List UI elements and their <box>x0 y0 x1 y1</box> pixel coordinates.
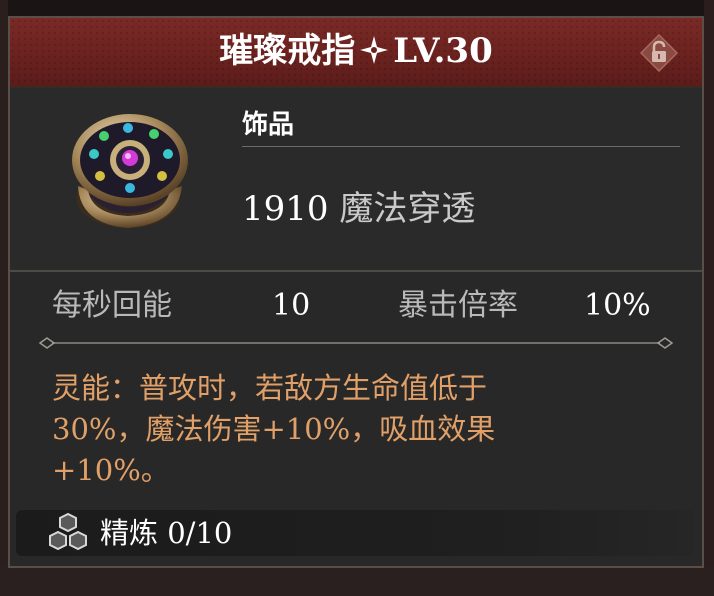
refine-value: 0/10 <box>167 516 233 550</box>
item-name: 璀璨戒指 <box>219 31 356 71</box>
main-stat-value: 1910 <box>242 189 329 229</box>
refine-status: 精炼 0/10 <box>100 514 232 552</box>
stat-energy-regen-label: 每秒回能 <box>52 288 172 323</box>
refine-bar: 精炼 0/10 <box>16 510 694 556</box>
stat-crit-multiplier-label: 暴击倍率 <box>398 288 518 323</box>
sub-stats-row: 每秒回能 10 暴击倍率 10% <box>10 274 702 332</box>
item-header: 饰品 1910 魔法穿透 <box>10 88 702 272</box>
stat-energy-regen-value: 10 <box>272 288 311 323</box>
stat-crit-multiplier-value: 10% <box>584 288 651 323</box>
title-bar: 璀璨戒指 LV.30 <box>10 18 702 88</box>
item-tooltip-card: 璀璨戒指 LV.30 饰品 1910 魔法穿透 每秒回能 10 暴击倍率 10%… <box>8 16 704 568</box>
skill-line-2: 30%，魔法伤害+10%，吸血效果 <box>52 412 496 446</box>
ornament-divider <box>38 337 674 349</box>
skill-line-1: 灵能：普攻时，若敌方生命值低于 <box>52 371 488 405</box>
background-right <box>704 0 714 596</box>
sparkle-star-icon <box>360 36 389 64</box>
background-bottom <box>0 566 714 596</box>
refine-hexagon-icon <box>49 512 87 551</box>
skill-line-3: +10%。 <box>52 453 170 487</box>
item-level: LV.30 <box>393 31 493 71</box>
lock-icon[interactable] <box>640 34 678 72</box>
item-title: 璀璨戒指 LV.30 <box>10 28 702 74</box>
item-category: 饰品 <box>242 110 295 140</box>
main-stat-label: 魔法穿透 <box>339 189 476 229</box>
skill-description: 灵能：普攻时，若敌方生命值低于 30%，魔法伤害+10%，吸血效果 +10%。 <box>52 368 572 491</box>
refine-label: 精炼 <box>100 516 159 550</box>
category-divider <box>242 146 680 147</box>
ring-item-icon <box>72 114 188 228</box>
main-stat: 1910 魔法穿透 <box>242 186 475 232</box>
background-left <box>0 0 8 596</box>
